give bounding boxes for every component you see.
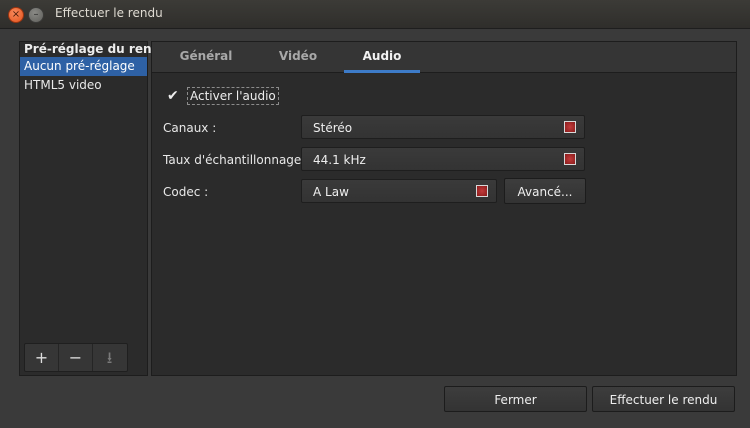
dropdown-icon[interactable] — [476, 185, 488, 197]
close-button[interactable]: Fermer — [444, 386, 587, 412]
sample-rate-value: 44.1 kHz — [313, 153, 366, 167]
dropdown-icon[interactable] — [564, 121, 576, 133]
tab-audio[interactable]: Audio — [344, 42, 420, 73]
sample-rate-select[interactable]: 44.1 kHz — [301, 147, 585, 171]
remove-preset-button[interactable]: − — [59, 344, 93, 371]
window-title: Effectuer le rendu — [55, 6, 163, 20]
preset-list: Aucun pré-réglage HTML5 video — [20, 57, 147, 95]
save-preset-icon[interactable]: ⭳ — [93, 344, 126, 371]
add-preset-button[interactable]: + — [25, 344, 59, 371]
channels-value: Stéréo — [313, 121, 353, 135]
channels-select[interactable]: Stéréo — [301, 115, 585, 139]
check-icon[interactable]: ✔ — [167, 88, 181, 104]
enable-audio-checkbox[interactable]: ✔ Activer l'audio — [167, 87, 279, 105]
title-bar: × – Effectuer le rendu — [0, 0, 750, 29]
codec-select[interactable]: A Law — [301, 179, 497, 203]
preset-item-none[interactable]: Aucun pré-réglage — [20, 57, 147, 76]
settings-panel: Général Vidéo Audio ✔ Activer l'audio Ca… — [151, 41, 737, 376]
preset-header: Pré-réglage du rendu — [24, 42, 169, 56]
tab-general[interactable]: Général — [158, 42, 254, 70]
preset-item-html5-video[interactable]: HTML5 video — [20, 76, 147, 95]
tab-bar: Général Vidéo Audio — [152, 42, 736, 73]
enable-audio-label[interactable]: Activer l'audio — [187, 87, 279, 105]
minimize-window-icon[interactable]: – — [28, 7, 44, 23]
codec-label: Codec : — [163, 185, 209, 199]
preset-panel: Pré-réglage du rendu Aucun pré-réglage H… — [19, 41, 169, 376]
tab-video[interactable]: Vidéo — [254, 42, 342, 70]
advanced-button[interactable]: Avancé... — [504, 178, 586, 204]
channels-label: Canaux : — [163, 121, 217, 135]
render-button[interactable]: Effectuer le rendu — [592, 386, 735, 412]
close-window-icon[interactable]: × — [8, 7, 24, 23]
dropdown-icon[interactable] — [564, 153, 576, 165]
codec-value: A Law — [313, 185, 349, 199]
preset-toolbar: + − ⭳ — [24, 343, 128, 372]
sample-rate-label: Taux d'échantillonnage : — [163, 153, 310, 167]
